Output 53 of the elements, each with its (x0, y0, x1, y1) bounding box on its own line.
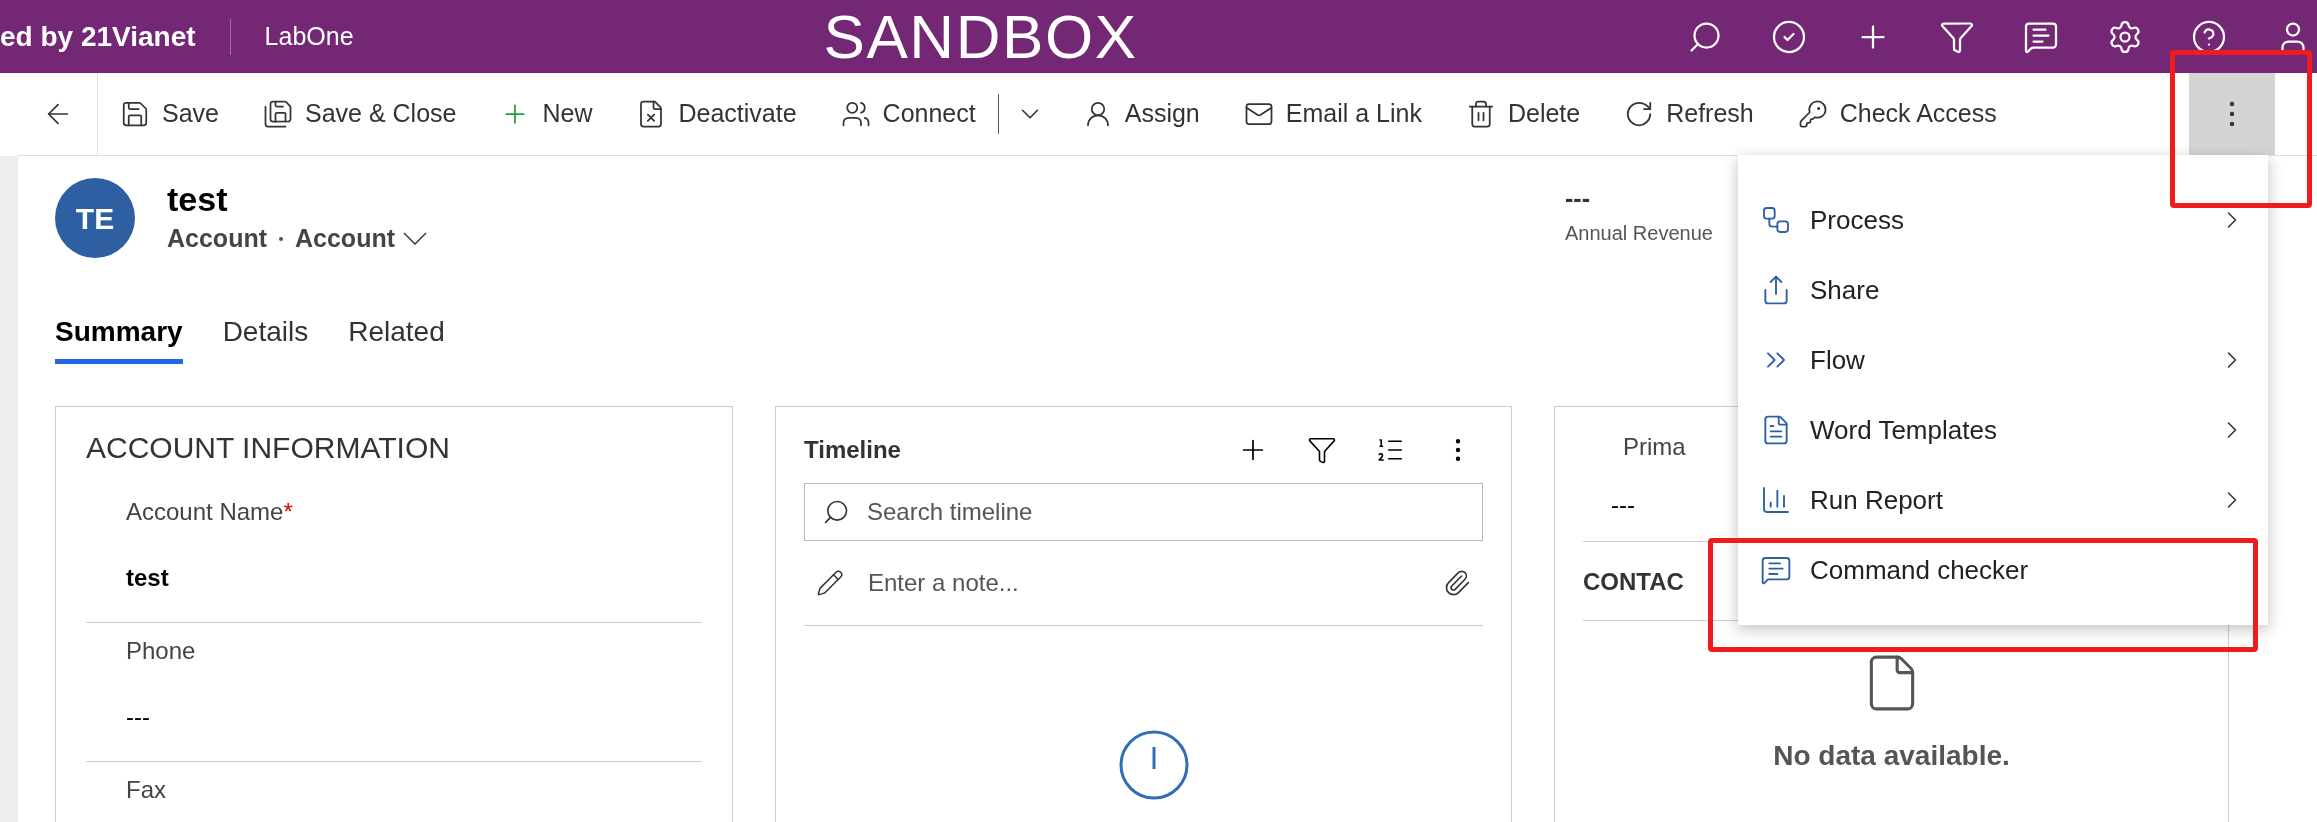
chart-icon (1760, 484, 1792, 516)
command-button[interactable]: Delete (1443, 73, 1603, 155)
paperclip-icon (1443, 569, 1471, 597)
header-field-label: Annual Revenue (1565, 221, 1713, 246)
people-icon (840, 99, 871, 129)
tab[interactable]: Related (348, 311, 445, 364)
org-text: ed by 21Vianet (0, 19, 196, 54)
pencil-icon (816, 569, 844, 597)
key-icon (1797, 99, 1828, 129)
field-label: Fax (126, 775, 167, 805)
command-button[interactable]: Check Access (1775, 73, 2019, 155)
section-title: ACCOUNT INFORMATION (86, 430, 451, 466)
field-value[interactable]: --- (126, 699, 702, 735)
command-button[interactable]: Connect (818, 73, 998, 155)
menu-item[interactable]: Share (1738, 255, 2268, 325)
tab[interactable]: Summary (55, 311, 183, 364)
avatar: TE (55, 178, 135, 258)
command-button[interactable]: Save (98, 73, 241, 155)
field-label: Account Name* (126, 497, 294, 527)
command-button[interactable]: Deactivate (614, 73, 819, 155)
field-label: Prima (1623, 432, 1686, 462)
entity-label: Account (167, 223, 267, 254)
empty-message: No data available. (1773, 739, 2010, 773)
save-icon (120, 99, 150, 129)
environment-label: SANDBOX (823, 5, 1138, 68)
more-icon (2229, 101, 2235, 127)
note-field[interactable]: Enter a note... (804, 541, 1483, 626)
field-value[interactable]: test (126, 560, 702, 596)
check-circle-icon[interactable] (1771, 18, 1807, 55)
field-label: Phone (126, 636, 197, 666)
settings-icon[interactable] (2107, 18, 2143, 55)
command-button[interactable]: Email a Link (1221, 73, 1444, 155)
app-name[interactable]: LabOne (264, 17, 354, 56)
checker-icon (1760, 554, 1792, 586)
save-icon (263, 99, 293, 129)
menu-item[interactable]: Process (1738, 185, 2268, 255)
record-name: test (167, 179, 229, 220)
process-icon (1760, 204, 1792, 236)
command-button[interactable]: New (478, 73, 615, 155)
menu-item[interactable]: Flow (1738, 325, 2268, 395)
menu-item[interactable]: Word Templates (1738, 395, 2268, 465)
command-button[interactable]: Refresh (1602, 73, 1776, 155)
tab[interactable]: Details (222, 311, 309, 364)
command-button[interactable]: Assign (1060, 73, 1222, 155)
timeline-title: Timeline (804, 435, 901, 465)
search-field[interactable]: Search timeline (804, 483, 1483, 541)
chevron-down-icon (403, 232, 427, 246)
circle-icon (1118, 729, 1190, 801)
filter-icon[interactable] (1307, 435, 1337, 465)
header-field-value: --- (1565, 183, 1591, 214)
command-button[interactable]: Save & Close (241, 73, 479, 155)
form-selector[interactable]: Account (295, 220, 427, 258)
search-icon (822, 498, 850, 526)
